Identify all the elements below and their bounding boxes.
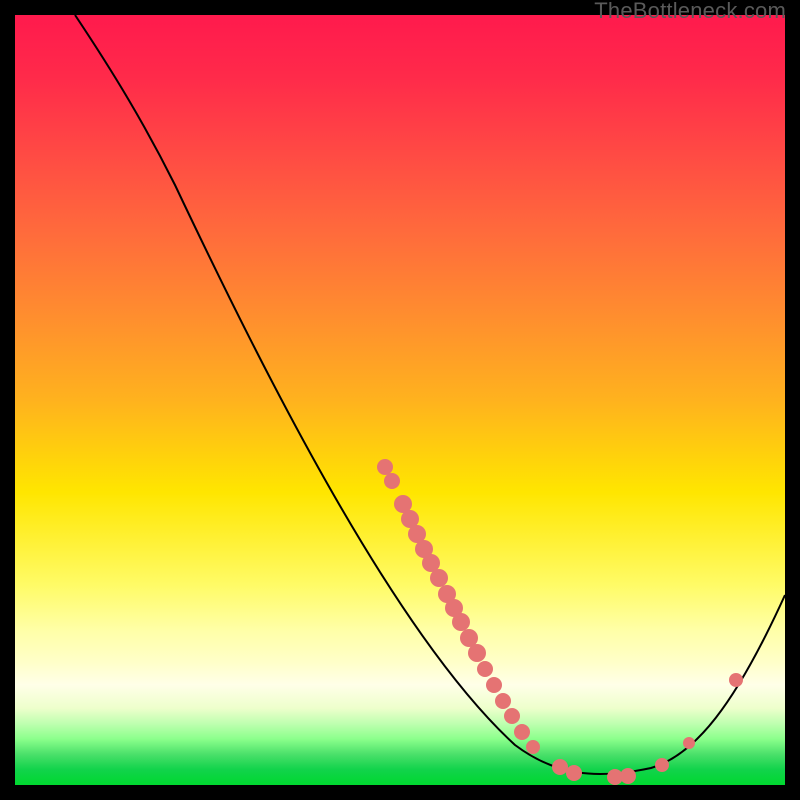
curve-dot (477, 661, 493, 677)
curve-dot (620, 768, 636, 784)
curve-dot (452, 613, 470, 631)
curve-dot (552, 759, 568, 775)
curve-dot (655, 758, 669, 772)
curve-dot (468, 644, 486, 662)
chart-frame (15, 15, 785, 785)
curve-dot (430, 569, 448, 587)
curve-dot (514, 724, 530, 740)
curve-dot (384, 473, 400, 489)
curve-dot (683, 737, 695, 749)
watermark-text: TheBottleneck.com (594, 0, 786, 24)
curve-dot (377, 459, 393, 475)
curve-dot (504, 708, 520, 724)
curve-dot (526, 740, 540, 754)
curve-dot (486, 677, 502, 693)
bottleneck-curve (75, 15, 785, 774)
curve-dot (566, 765, 582, 781)
curve-dots-group (377, 459, 743, 785)
chart-svg (15, 15, 785, 785)
curve-dot (729, 673, 743, 687)
curve-dot (495, 693, 511, 709)
